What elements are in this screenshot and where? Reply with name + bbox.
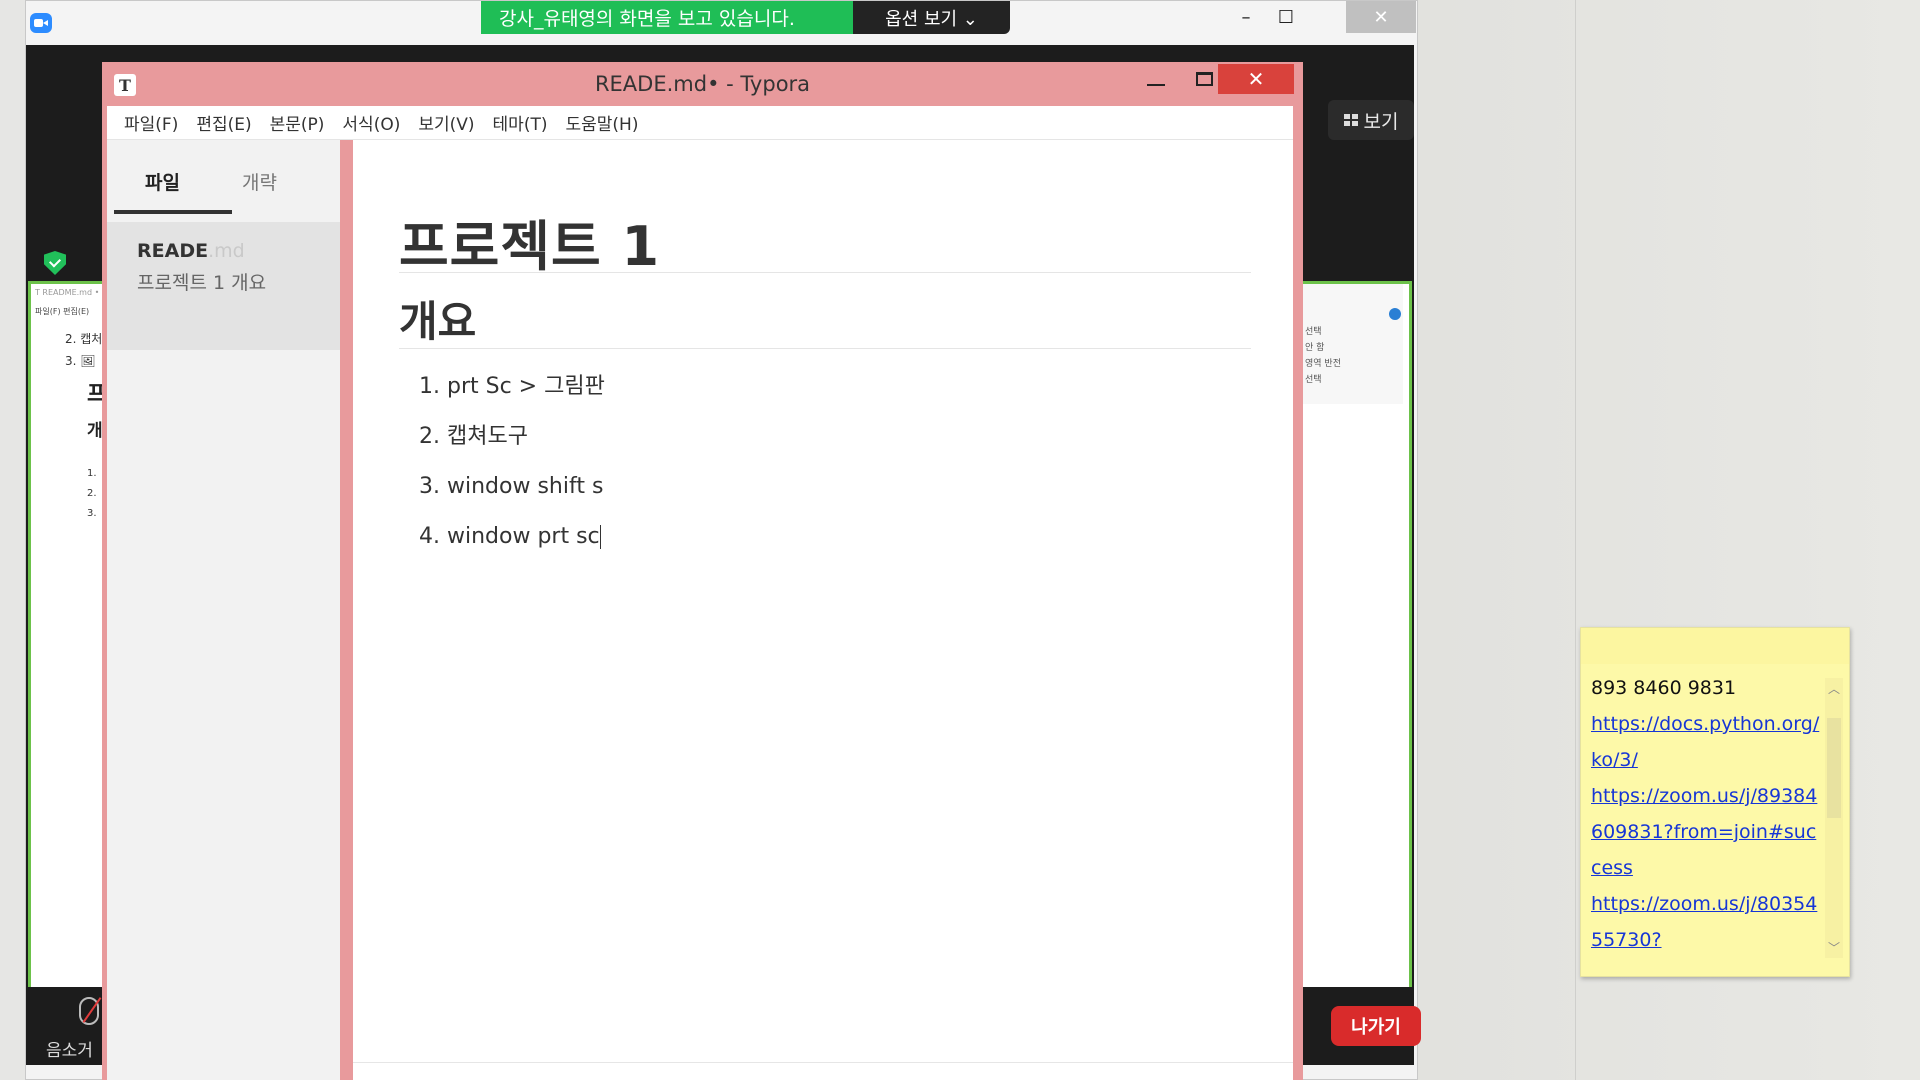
view-layout-label: 보기	[1363, 110, 1399, 133]
grid-icon	[1343, 114, 1358, 126]
sticky-note-body[interactable]: 893 8460 9831 https://docs.python.org/ko…	[1591, 670, 1821, 958]
file-list-item[interactable]: READE.md 프로젝트 1 개요	[107, 222, 340, 350]
shared-right-item: 선택	[1305, 327, 1322, 337]
zoom-maximize-button[interactable]: ☐	[1266, 1, 1306, 33]
zoom-link[interactable]: https://zoom.us/j/89384609831?from=join#…	[1591, 778, 1821, 886]
editor-status-bar	[353, 1062, 1293, 1080]
menu-view[interactable]: 보기(V)	[409, 110, 483, 135]
file-extension: .md	[208, 240, 245, 262]
desktop-divider	[1575, 0, 1576, 1080]
screen-share-banner: 강사_유태영의 화면을 보고 있습니다.	[481, 1, 853, 34]
list-item-text[interactable]: 4. window prt sc	[419, 524, 600, 549]
typora-sidebar: 파일 개략 READE.md 프로젝트 1 개요	[107, 140, 340, 1080]
sticky-scrollbar[interactable]: ︿ ﹀	[1825, 678, 1843, 958]
typora-menubar: 파일(F) 편집(E) 본문(P) 서식(O) 보기(V) 테마(T) 도움말(…	[107, 106, 1293, 140]
menu-help[interactable]: 도움말(H)	[556, 110, 647, 135]
sidebar-tabs: 파일 개략	[107, 140, 340, 222]
file-name: READE	[137, 240, 209, 262]
shared-item: 2. 캡처	[65, 332, 103, 346]
menu-edit[interactable]: 편집(E)	[187, 110, 260, 135]
heading-2[interactable]: 개요	[399, 288, 476, 349]
typora-maximize-button[interactable]	[1196, 72, 1213, 86]
typora-minimize-button[interactable]	[1147, 84, 1165, 86]
heading-divider	[399, 348, 1251, 349]
shared-right-item: 선택	[1305, 375, 1322, 385]
typora-window-title: READE.md• - Typora	[594, 72, 811, 96]
view-options-button[interactable]: 옵션 보기 ⌄	[853, 1, 1010, 34]
sticky-note[interactable]: 893 8460 9831 https://docs.python.org/ko…	[1580, 627, 1850, 977]
list-item[interactable]: 3. window shift s	[419, 472, 605, 522]
scrollbar-thumb[interactable]	[1827, 718, 1841, 818]
menu-format[interactable]: 서식(O)	[333, 110, 409, 135]
help-icon	[1389, 308, 1401, 320]
mute-label[interactable]: 음소거	[46, 1036, 93, 1061]
typora-window: READE.md• - Typora T ✕ 파일(F) 편집(E) 본문(P)…	[102, 62, 1303, 1080]
microphone-muted-icon[interactable]	[79, 997, 99, 1025]
list-item-active[interactable]: 4. window prt sc	[419, 522, 605, 572]
shared-right-item: 영역 반전	[1305, 359, 1341, 369]
menu-paragraph[interactable]: 본문(P)	[261, 110, 334, 135]
list-item[interactable]: 1. prt Sc > 그림판	[419, 372, 605, 422]
active-tab-indicator	[114, 210, 232, 214]
ordered-list: 1. prt Sc > 그림판 2. 캡쳐도구 3. window shift …	[419, 372, 605, 572]
tab-outline[interactable]: 개략	[242, 168, 277, 195]
typora-close-button[interactable]: ✕	[1218, 64, 1294, 94]
scroll-down-icon[interactable]: ﹀	[1828, 939, 1840, 956]
security-shield-icon[interactable]	[44, 251, 66, 275]
typora-titlebar: READE.md• - Typora T ✕	[102, 62, 1303, 106]
sticky-note-header[interactable]	[1581, 628, 1849, 664]
zoom-logo-icon	[30, 13, 52, 33]
heading-divider	[399, 272, 1251, 273]
shared-heading: 개	[87, 421, 103, 441]
typora-app-icon: T	[114, 74, 136, 96]
leave-meeting-button[interactable]: 나가기	[1331, 1006, 1421, 1046]
zoom-minimize-button[interactable]: –	[1226, 1, 1266, 33]
phone-number: 893 8460 9831	[1591, 677, 1737, 699]
shared-item: 1.	[87, 468, 97, 479]
menu-theme[interactable]: 테마(T)	[484, 110, 557, 135]
file-preview: 프로젝트 1 개요	[137, 272, 267, 294]
zoom-link[interactable]: https://zoom.us/j/8035455730?	[1591, 886, 1821, 958]
shared-item: 3.	[87, 508, 97, 519]
shared-right-item: 안 함	[1305, 343, 1325, 353]
shared-item: 2.	[87, 488, 97, 499]
shared-menu: 파일(F) 편집(E)	[35, 307, 90, 316]
zoom-close-button[interactable]: ✕	[1346, 1, 1416, 33]
scroll-up-icon[interactable]: ︿	[1828, 680, 1840, 697]
menu-file[interactable]: 파일(F)	[115, 110, 187, 135]
text-cursor	[599, 525, 601, 549]
shared-right-panel: 선택 안 함 영역 반전 선택	[1298, 284, 1403, 404]
list-item[interactable]: 2. 캡쳐도구	[419, 422, 605, 472]
python-docs-link[interactable]: https://docs.python.org/ko/3/	[1591, 706, 1821, 778]
heading-1[interactable]: 프로젝트 1	[399, 202, 660, 281]
typora-editor[interactable]: 프로젝트 1 개요 1. prt Sc > 그림판 2. 캡쳐도구 3. win…	[353, 140, 1293, 1080]
tab-files[interactable]: 파일	[145, 168, 180, 195]
shared-item: 3. 🖼	[65, 354, 96, 368]
view-layout-button[interactable]: 보기	[1328, 100, 1414, 140]
